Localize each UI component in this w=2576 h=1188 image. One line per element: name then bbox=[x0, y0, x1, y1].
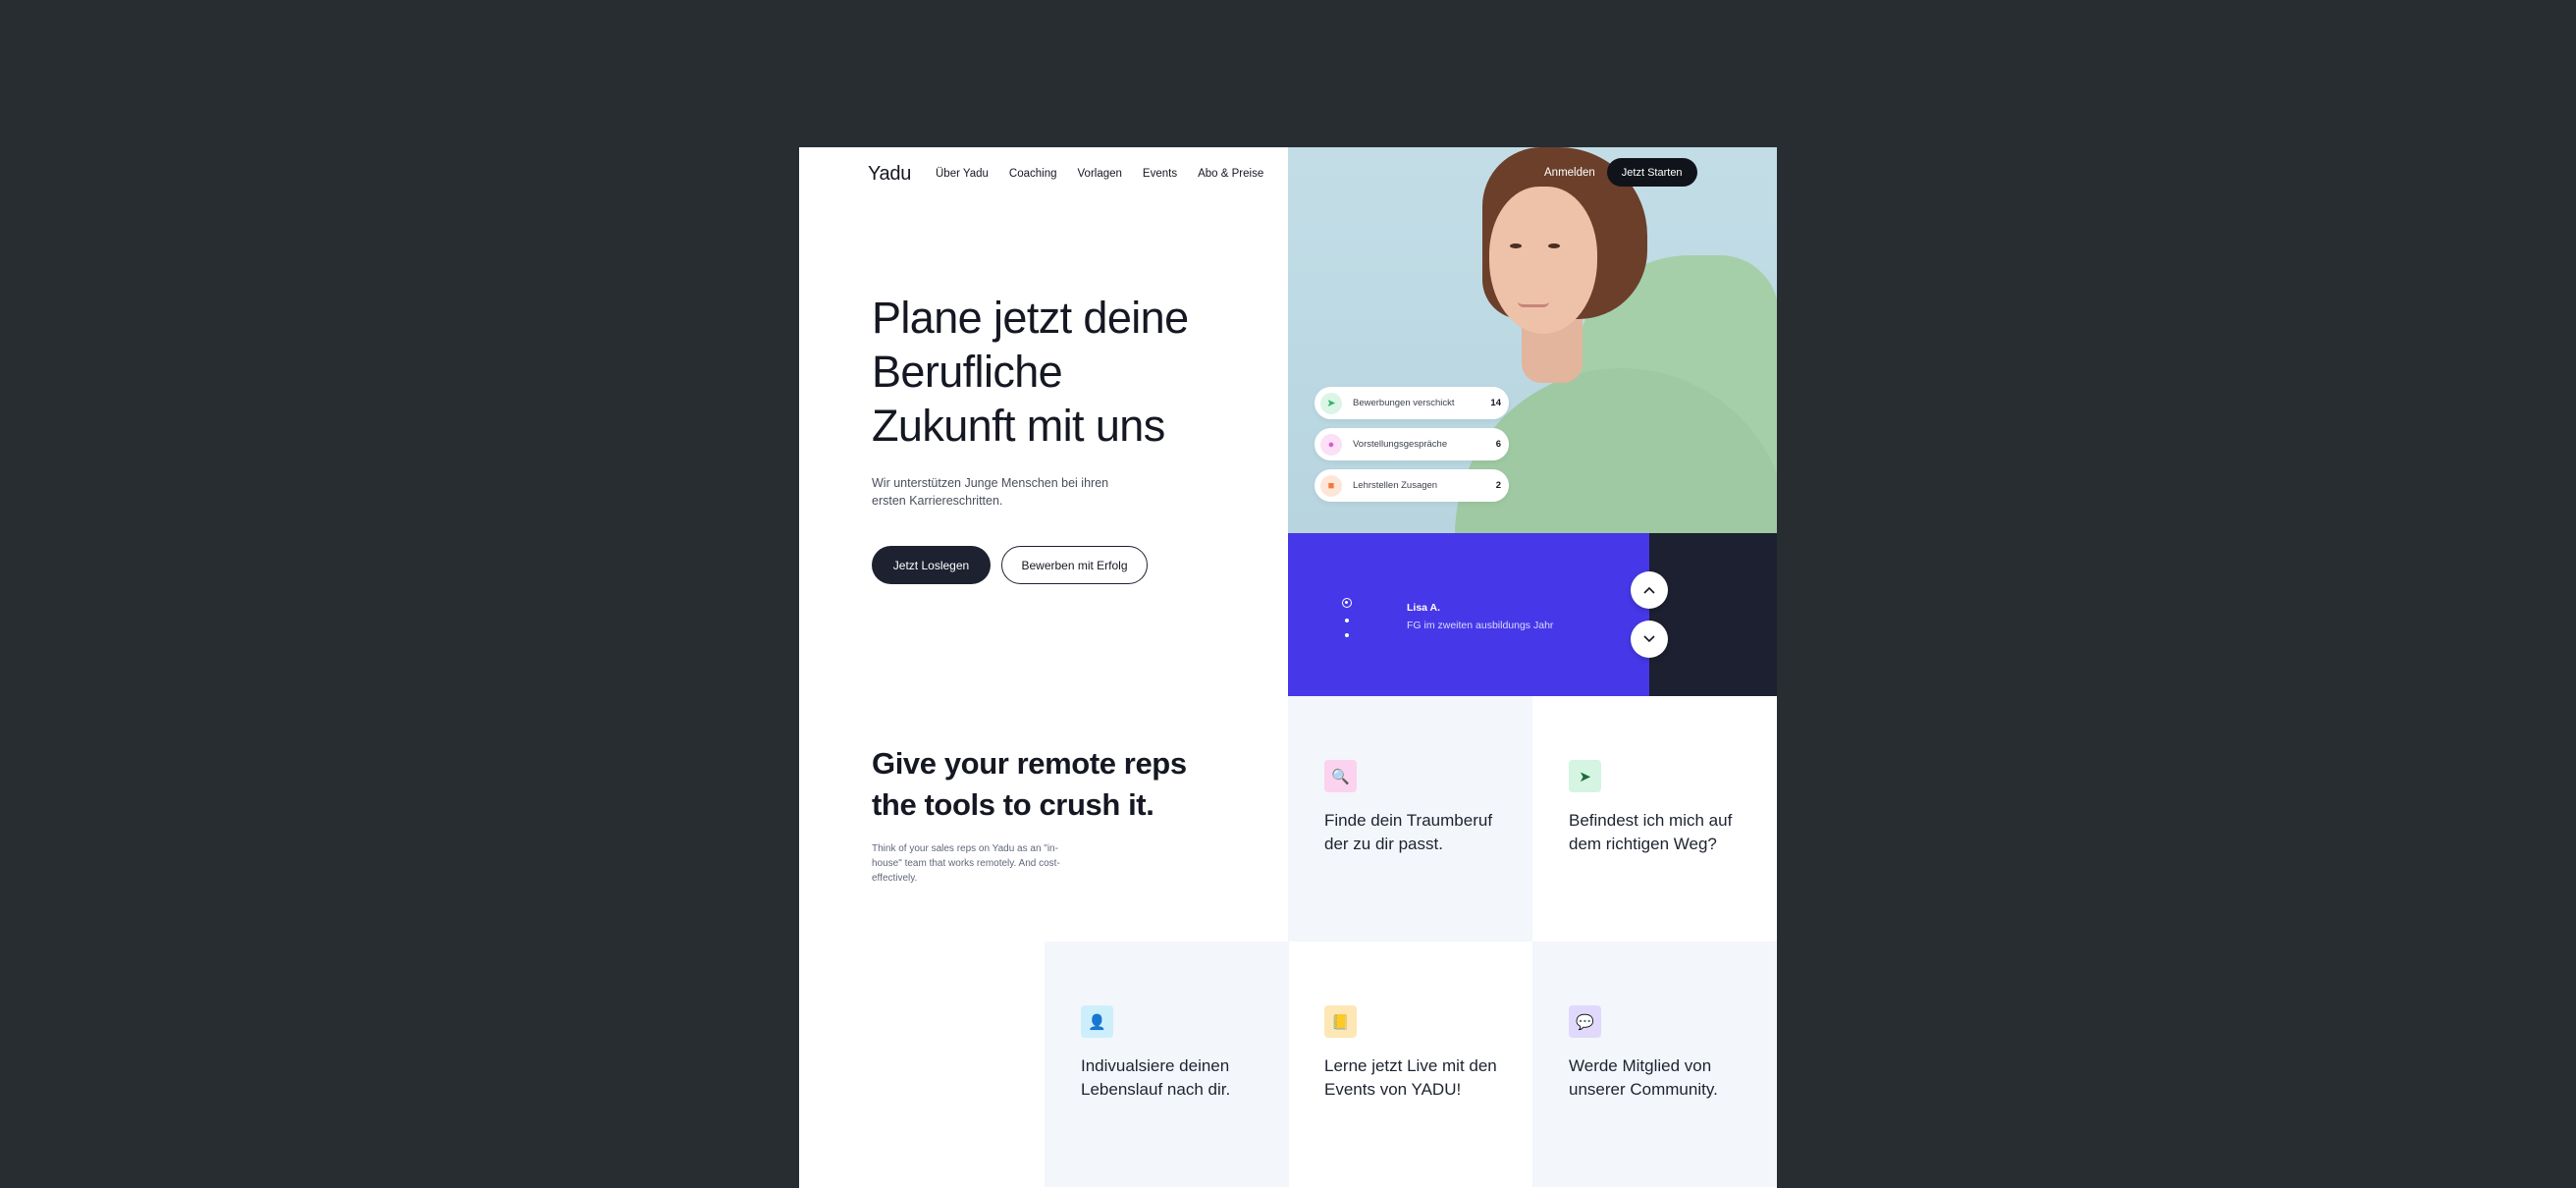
feature-card-community[interactable]: 💬 Werde Mitglied von unserer Community. bbox=[1532, 942, 1777, 1187]
signpost-icon: ➤ bbox=[1569, 760, 1601, 792]
section-subtitle: Think of your sales reps on Yadu as an "… bbox=[872, 843, 1060, 884]
stat-value: 14 bbox=[1490, 398, 1501, 408]
slide-indicator bbox=[1342, 598, 1352, 648]
feature-text: Finde dein Traumberuf der zu dir passt. bbox=[1324, 811, 1493, 853]
hero-subtitle: Wir unterstützen Junge Menschen bei ihre… bbox=[872, 476, 1109, 508]
login-link[interactable]: Anmelden bbox=[1538, 167, 1601, 179]
magnifier-icon: 🔍 bbox=[1324, 760, 1357, 792]
apply-successfully-button[interactable]: Bewerben mit Erfolg bbox=[1001, 546, 1148, 584]
hero-title: Plane jetzt deine Berufliche Zukunft mit… bbox=[872, 293, 1189, 451]
eye-shape bbox=[1548, 243, 1560, 248]
feature-text: Werde Mitglied von unserer Community. bbox=[1569, 1056, 1718, 1099]
testimonial-role: FG im zweiten ausbildungs Jahr bbox=[1407, 620, 1554, 631]
notebook-icon: 📒 bbox=[1324, 1005, 1357, 1038]
feature-text: Befindest ich mich auf dem richtigen Weg… bbox=[1569, 811, 1733, 853]
people-icon: ● bbox=[1320, 433, 1342, 456]
previous-slide-button[interactable] bbox=[1631, 571, 1668, 609]
get-started-button[interactable]: Jetzt Loslegen bbox=[872, 546, 991, 584]
slide-dot[interactable] bbox=[1345, 633, 1349, 637]
slide-dot[interactable] bbox=[1345, 619, 1349, 622]
face-shape bbox=[1489, 187, 1597, 334]
paper-plane-icon: ➤ bbox=[1320, 392, 1342, 414]
briefcase-icon: ■ bbox=[1320, 474, 1342, 497]
person-icon: 👤 bbox=[1081, 1005, 1113, 1038]
main-nav: Über Yadu Coaching Vorlagen Events Abo &… bbox=[936, 168, 1263, 180]
stat-value: 6 bbox=[1495, 439, 1501, 450]
testimonial-nav-panel bbox=[1649, 533, 1777, 696]
feature-card-dream-job[interactable]: 🔍 Finde dein Traumberuf der zu dir passt… bbox=[1288, 696, 1532, 942]
stat-value: 2 bbox=[1495, 480, 1501, 491]
slide-dot-active[interactable] bbox=[1342, 598, 1352, 608]
landing-page: Yadu Über Yadu Coaching Vorlagen Events … bbox=[799, 147, 1777, 1188]
stat-pill-applications: ➤ Bewerbungen verschickt 14 bbox=[1315, 387, 1509, 419]
chevron-up-icon bbox=[1643, 586, 1655, 594]
section-title: Give your remote reps the tools to crush… bbox=[872, 746, 1187, 822]
nav-item-pricing[interactable]: Abo & Preise bbox=[1198, 168, 1263, 180]
feature-card-events[interactable]: 📒 Lerne jetzt Live mit den Events von YA… bbox=[1288, 942, 1532, 1187]
nav-item-coaching[interactable]: Coaching bbox=[1009, 168, 1057, 180]
stat-pill-offers: ■ Lehrstellen Zusagen 2 bbox=[1315, 469, 1509, 502]
logo[interactable]: Yadu bbox=[868, 163, 911, 186]
feature-card-right-path[interactable]: ➤ Befindest ich mich auf dem richtigen W… bbox=[1532, 696, 1777, 942]
chevron-down-icon bbox=[1643, 635, 1655, 643]
feature-text: Indivualsiere deinen Lebenslauf nach dir… bbox=[1081, 1056, 1231, 1099]
mouth-shape bbox=[1518, 301, 1549, 307]
start-button[interactable]: Jetzt Starten bbox=[1606, 158, 1697, 187]
stat-label: Vorstellungsgespräche bbox=[1353, 439, 1448, 450]
feature-text: Lerne jetzt Live mit den Events von YADU… bbox=[1324, 1056, 1497, 1099]
nav-item-events[interactable]: Events bbox=[1143, 168, 1177, 180]
feature-card-cv[interactable]: 👤 Indivualsiere deinen Lebenslauf nach d… bbox=[1045, 942, 1289, 1187]
chat-icon: 💬 bbox=[1569, 1005, 1601, 1038]
testimonial-name: Lisa A. bbox=[1407, 602, 1441, 614]
nav-item-about[interactable]: Über Yadu bbox=[936, 168, 989, 180]
nav-item-templates[interactable]: Vorlagen bbox=[1078, 168, 1122, 180]
header-actions: Anmelden Jetzt Starten bbox=[1538, 158, 1697, 187]
stat-label: Bewerbungen verschickt bbox=[1353, 398, 1455, 408]
eye-shape bbox=[1510, 243, 1522, 248]
stat-label: Lehrstellen Zusagen bbox=[1353, 480, 1438, 491]
next-slide-button[interactable] bbox=[1631, 621, 1668, 658]
stat-pill-interviews: ● Vorstellungsgespräche 6 bbox=[1315, 428, 1509, 460]
